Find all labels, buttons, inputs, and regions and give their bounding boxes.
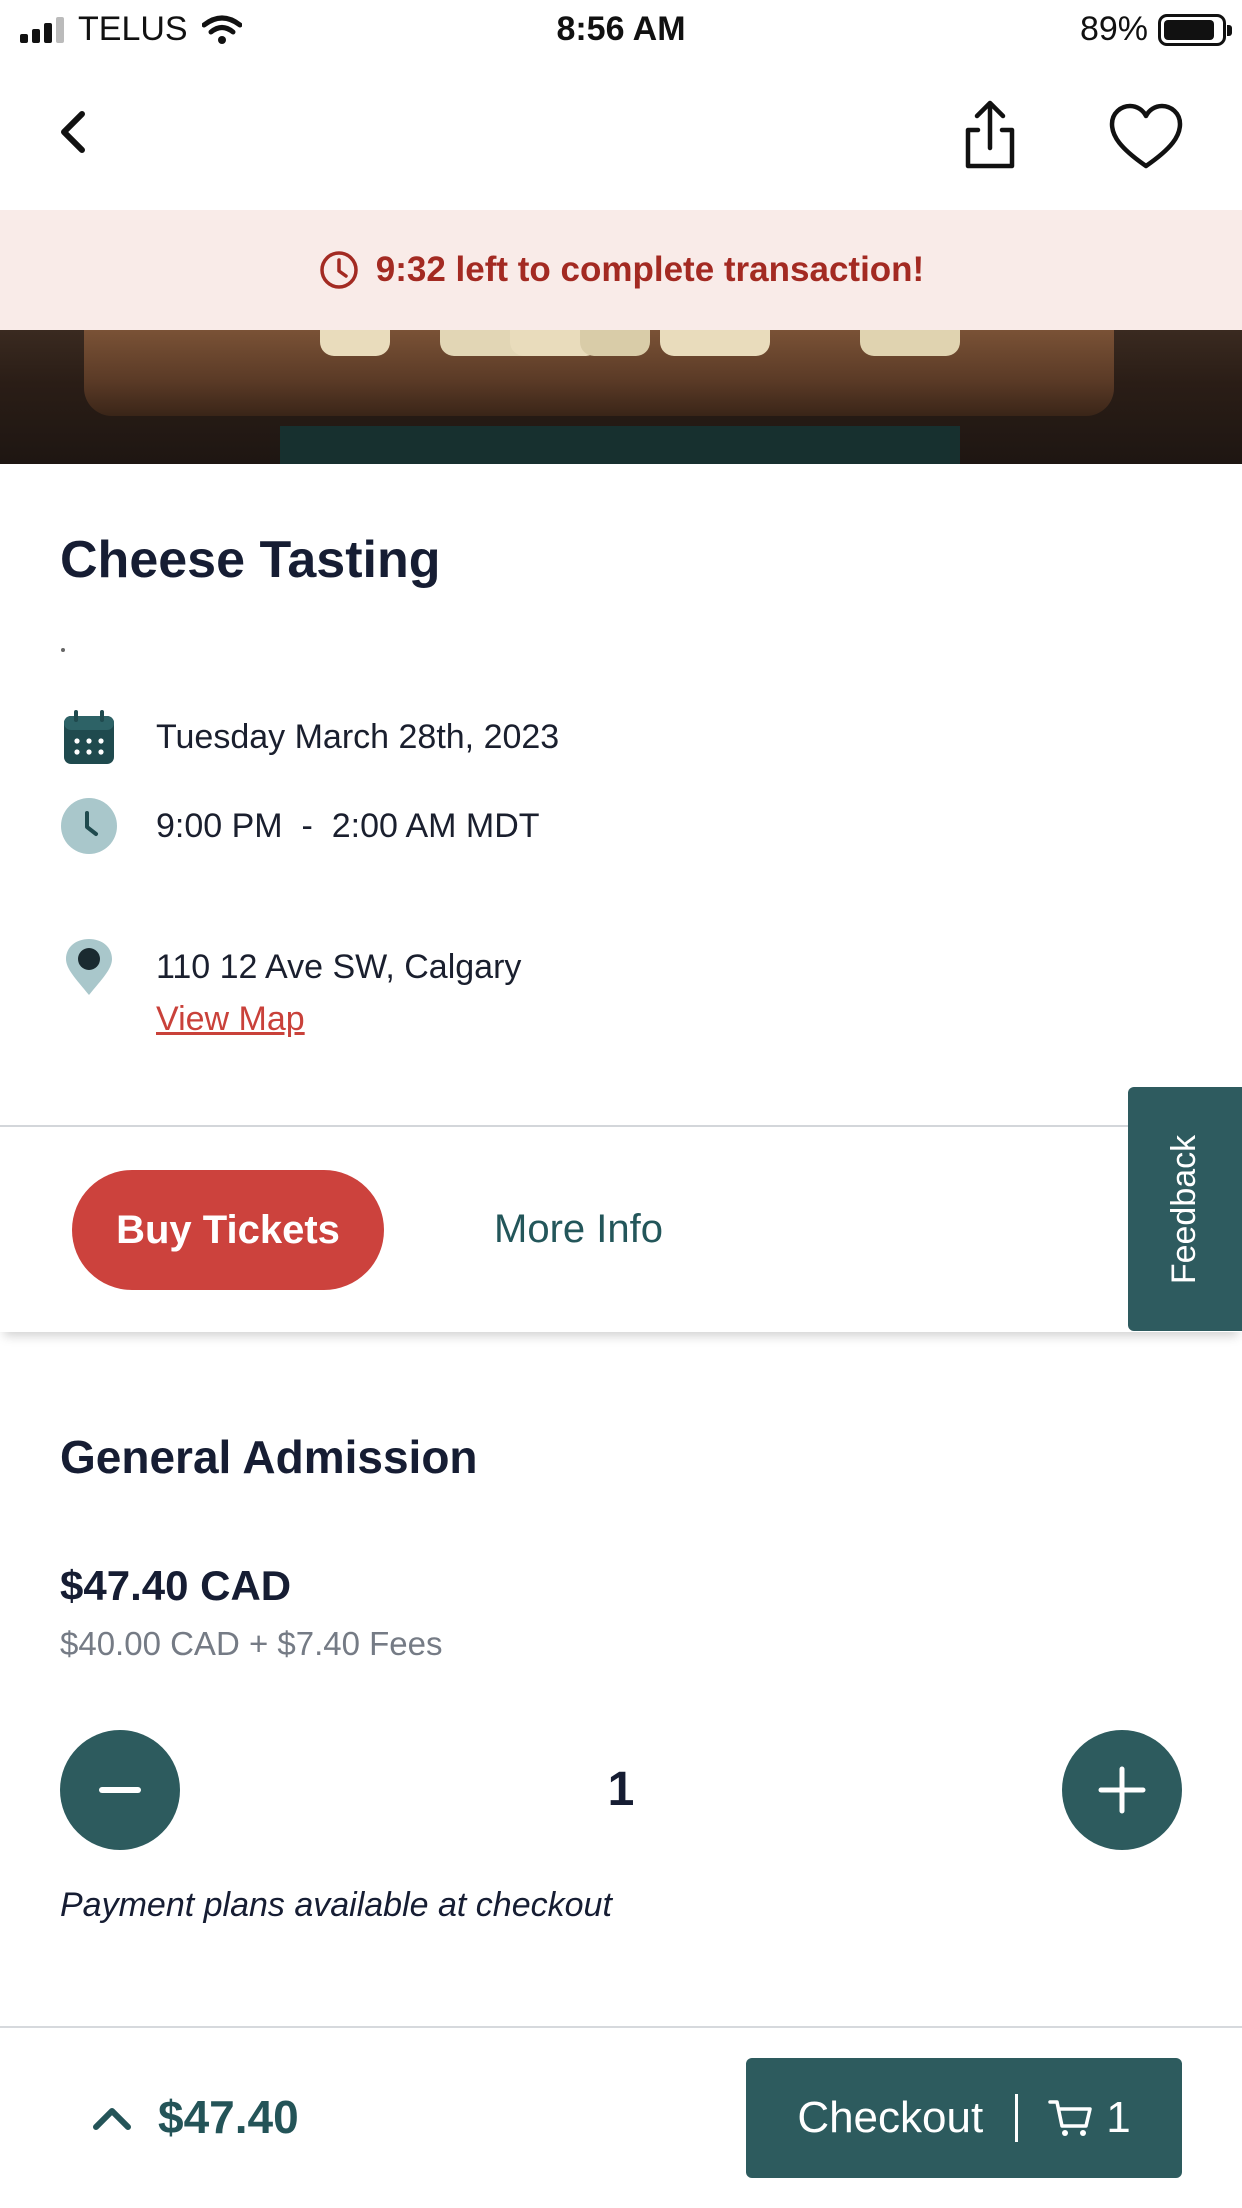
hero-base-shape bbox=[280, 426, 960, 464]
increase-quantity-button[interactable] bbox=[1062, 1730, 1182, 1850]
time-row: 9:00 PM - 2:00 AM MDT bbox=[60, 797, 540, 855]
event-hero-image bbox=[0, 330, 1242, 464]
battery-icon bbox=[1158, 13, 1232, 46]
checkout-button[interactable]: Checkout 1 bbox=[746, 2058, 1182, 2178]
order-total-toggle[interactable]: $47.40 bbox=[92, 2090, 299, 2144]
tab-more-info[interactable]: More Info bbox=[494, 1207, 663, 1252]
top-navigation bbox=[0, 62, 1242, 210]
subtitle-dot bbox=[61, 648, 65, 652]
status-right: 89% bbox=[1079, 10, 1232, 49]
battery-percent: 89% bbox=[1079, 10, 1148, 48]
ticket-quantity: 1 bbox=[607, 1763, 635, 1816]
chevron-left-icon[interactable] bbox=[48, 102, 98, 162]
divider bbox=[0, 2026, 1242, 2028]
price-breakdown: $40.00 CAD + $7.40 Fees bbox=[60, 1625, 443, 1662]
checkout-separator bbox=[1015, 2094, 1019, 2142]
event-title: Cheese Tasting bbox=[60, 531, 441, 589]
cart-summary: 1 bbox=[1048, 2093, 1131, 2143]
map-pin-icon bbox=[66, 939, 112, 995]
chevron-up-icon bbox=[93, 2108, 131, 2130]
feedback-tab[interactable]: Feedback bbox=[1128, 1087, 1242, 1331]
minus-icon bbox=[99, 1787, 141, 1793]
heart-icon[interactable] bbox=[1106, 98, 1186, 178]
event-date: Tuesday March 28th, 2023 bbox=[156, 717, 560, 756]
event-address: 110 12 Ave SW, Calgary bbox=[156, 947, 522, 986]
plus-icon bbox=[1098, 1766, 1146, 1814]
ticket-type-title: General Admission bbox=[60, 1431, 478, 1483]
order-total: $47.40 bbox=[158, 2091, 299, 2143]
clock-icon bbox=[320, 251, 358, 289]
share-icon[interactable] bbox=[950, 96, 1030, 176]
feedback-label: Feedback bbox=[1165, 1134, 1204, 1284]
transaction-timer-banner: 9:32 left to complete transaction! bbox=[0, 210, 1242, 330]
status-bar: TELUS 8:56 AM 89% bbox=[0, 0, 1242, 62]
location-row: 110 12 Ave SW, Calgary bbox=[60, 938, 521, 996]
decrease-quantity-button[interactable] bbox=[60, 1730, 180, 1850]
ticket-price: $47.40 CAD bbox=[60, 1562, 292, 1609]
date-row: Tuesday March 28th, 2023 bbox=[60, 708, 559, 766]
tab-buy-tickets[interactable]: Buy Tickets bbox=[72, 1170, 384, 1290]
cart-count: 1 bbox=[1106, 2093, 1131, 2142]
clock-icon bbox=[61, 798, 117, 854]
view-map-link[interactable]: View Map bbox=[156, 1000, 305, 1039]
cart-icon bbox=[1048, 2100, 1092, 2136]
tab-bar: Buy Tickets More Info bbox=[0, 1127, 1242, 1332]
clock-time: 8:56 AM bbox=[556, 10, 686, 48]
checkout-label: Checkout bbox=[797, 2093, 984, 2142]
event-time: 9:00 PM - 2:00 AM MDT bbox=[156, 806, 540, 845]
timer-text: 9:32 left to complete transaction! bbox=[375, 250, 925, 289]
payment-plans-note: Payment plans available at checkout bbox=[60, 1886, 612, 1924]
calendar-icon bbox=[64, 710, 114, 764]
